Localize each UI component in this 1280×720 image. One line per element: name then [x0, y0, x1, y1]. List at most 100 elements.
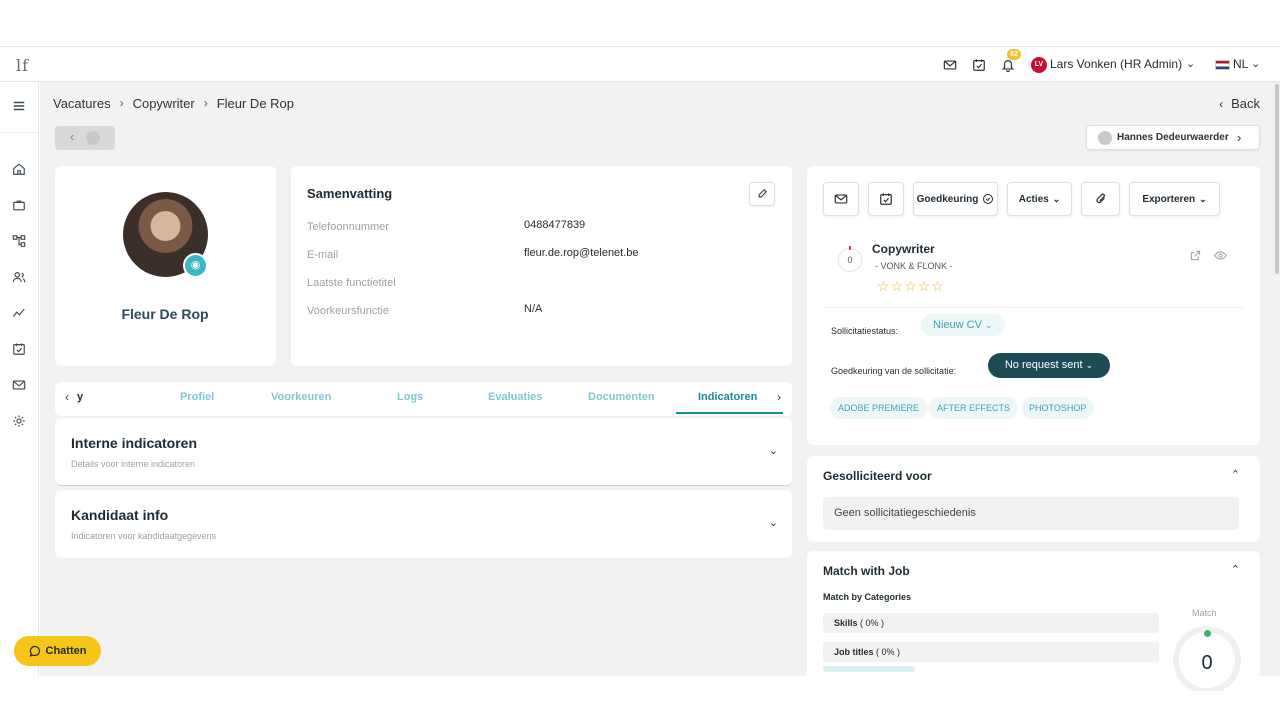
notification-badge: 62 [1007, 49, 1021, 60]
tab-documenten[interactable]: Documenten [588, 391, 655, 403]
tab-profiel[interactable]: Profiel [180, 391, 214, 403]
accordion-title: Interne indicatoren [71, 435, 198, 451]
rating-stars[interactable]: ☆☆☆☆☆ [877, 278, 945, 295]
summary-title: Samenvatting [307, 186, 393, 201]
edit-button[interactable] [749, 182, 775, 206]
calendar-check-icon[interactable] [12, 342, 26, 356]
match-gauge-label: Match [1192, 608, 1217, 618]
gear-icon[interactable] [12, 414, 26, 428]
skill-tag: ADOBE PREMIERE [830, 397, 928, 419]
bell-icon[interactable] [1001, 58, 1015, 72]
phone-label: Telefoonnummer [307, 221, 389, 233]
users-icon[interactable] [12, 270, 26, 284]
attachment-button[interactable] [1081, 182, 1120, 216]
gauge-indicator [1204, 630, 1211, 637]
approval-request-label: Goedkeuring van de sollicitatie: [831, 366, 957, 376]
chevron-down-icon[interactable]: ⌄ [1186, 57, 1195, 70]
briefcase-icon[interactable] [12, 198, 26, 212]
match-title: Match with Job [823, 564, 910, 578]
approval-button[interactable]: Goedkeuring [913, 182, 998, 216]
app-logo[interactable]: lf [16, 56, 29, 75]
email-value: fleur.de.rop@telenet.be [524, 247, 639, 259]
category-row [823, 666, 915, 672]
export-dropdown[interactable]: Exporteren ⌄ [1129, 182, 1220, 216]
check-circle-icon [983, 193, 994, 205]
chevron-right-icon: › [203, 96, 208, 110]
mail-icon[interactable] [12, 378, 26, 392]
breadcrumb-item-vacatures[interactable]: Vacatures [53, 96, 111, 111]
approval-request-dropdown[interactable]: No request sent ⌄ [988, 353, 1110, 378]
tab-evaluaties[interactable]: Evaluaties [488, 391, 542, 403]
approval-request-value: No request sent [1004, 359, 1083, 371]
score-indicator [849, 246, 851, 250]
mail-icon[interactable] [943, 58, 957, 72]
star-icon[interactable]: ☆ [904, 278, 918, 294]
category-percent: ( 0% ) [860, 618, 885, 628]
job-title[interactable]: Copywriter [872, 242, 935, 256]
star-icon[interactable]: ☆ [877, 278, 891, 294]
preferred-function-value: N/A [524, 303, 543, 315]
actions-dropdown[interactable]: Acties ⌄ [1007, 182, 1072, 216]
previous-candidate-button[interactable]: ‹ [55, 126, 115, 150]
chevron-down-icon: ⌄ [1052, 193, 1061, 204]
match-card: Match with Job ⌃ Match by Categories Mat… [807, 551, 1260, 691]
category-percent: ( 0% ) [876, 647, 901, 657]
chevron-right-icon: › [119, 96, 124, 110]
chevron-left-icon: ‹ [70, 129, 75, 144]
back-button[interactable]: ‹ Back [1219, 96, 1260, 111]
language-select[interactable]: NL [1233, 57, 1248, 71]
accordion-subtitle: Indicatoren voor kandidaatgegevens [71, 531, 217, 541]
camera-icon[interactable]: ◉ [183, 253, 208, 278]
applied-for-title: Gesolliciteerd voor [823, 469, 932, 483]
analytics-icon[interactable] [12, 306, 26, 320]
chevron-up-icon[interactable]: ⌃ [1231, 468, 1240, 481]
chevron-down-icon[interactable]: ⌄ [1251, 57, 1260, 70]
home-icon[interactable] [12, 162, 26, 176]
menu-icon[interactable] [12, 99, 26, 113]
user-avatar[interactable]: LV [1031, 57, 1047, 73]
status-dropdown[interactable]: Nieuw CV ⌄ [921, 314, 1005, 336]
user-menu[interactable]: Lars Vonken (HR Admin) [1050, 57, 1182, 71]
chat-label: Chatten [45, 645, 87, 657]
sidebar-divider [0, 132, 39, 133]
schedule-button[interactable] [868, 182, 904, 216]
score-circle: 0 [838, 248, 862, 272]
chevron-up-icon[interactable]: ⌃ [1231, 563, 1240, 576]
tab-partial[interactable]: y [77, 391, 83, 403]
status-value: Nieuw CV [933, 319, 982, 331]
netherlands-flag-icon[interactable] [1215, 60, 1230, 70]
send-mail-button[interactable] [823, 182, 859, 216]
chevron-right-icon[interactable]: › [777, 390, 781, 404]
applied-for-empty: Geen sollicitatiegeschiedenis [823, 497, 1239, 530]
chevron-down-icon[interactable]: ⌄ [769, 516, 778, 529]
star-icon[interactable]: ☆ [918, 278, 932, 294]
match-subtitle: Match by Categories [823, 592, 912, 602]
scrollbar-thumb[interactable] [1275, 84, 1279, 274]
star-icon[interactable]: ☆ [931, 278, 945, 294]
chevron-down-icon[interactable]: ⌄ [769, 444, 778, 457]
workflow-icon[interactable] [12, 234, 26, 248]
status-label: Sollicitatiestatus: [831, 326, 899, 336]
external-link-icon[interactable] [1190, 250, 1201, 261]
tab-logs[interactable]: Logs [397, 391, 423, 403]
tab-indicatoren[interactable]: Indicatoren [698, 391, 757, 403]
breadcrumb-item-copywriter[interactable]: Copywriter [133, 96, 195, 111]
match-value: 0 [1201, 652, 1213, 674]
main-content: Vacatures › Copywriter › Fleur De Rop ‹ B… [40, 82, 1280, 691]
chat-bubble-icon [29, 645, 40, 657]
next-candidate-button[interactable]: Hannes Dedeurwaerder › [1086, 125, 1260, 150]
export-label: Exporteren [1142, 193, 1196, 205]
chevron-down-icon: ⌄ [984, 320, 993, 330]
star-icon[interactable]: ☆ [891, 278, 905, 294]
eye-icon[interactable] [1214, 250, 1227, 261]
tab-bar: ‹ y Profiel Voorkeuren Logs Evaluaties D… [55, 382, 792, 416]
tab-voorkeuren[interactable]: Voorkeuren [271, 391, 331, 403]
chat-button[interactable]: Chatten [14, 636, 101, 666]
preferred-function-label: Voorkeursfunctie [307, 305, 389, 317]
chevron-left-icon[interactable]: ‹ [65, 390, 69, 404]
accordion-interne-indicatoren[interactable]: Interne indicatoren Details voor interne… [55, 418, 792, 486]
sidebar [0, 82, 39, 676]
top-bar: lf 62 LV Lars Vonken (HR Admin) ⌄ NL ⌄ [0, 46, 1280, 82]
task-icon[interactable] [972, 58, 986, 72]
accordion-kandidaat-info[interactable]: Kandidaat info Indicatoren voor kandidaa… [55, 490, 792, 558]
